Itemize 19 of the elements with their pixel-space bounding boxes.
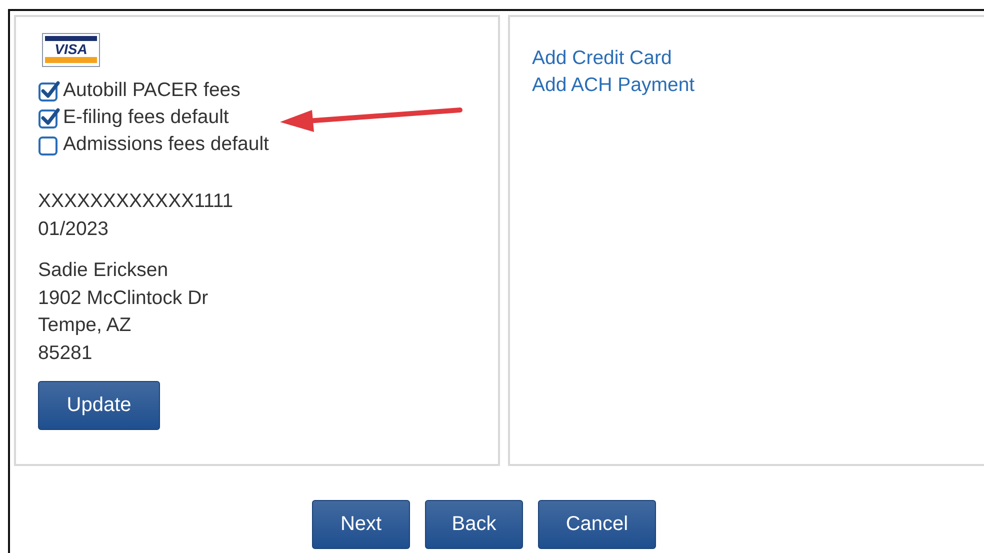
action-button[interactable]: Cancel	[538, 500, 656, 549]
checkbox[interactable]	[38, 134, 60, 156]
action-button[interactable]: Back	[425, 500, 523, 549]
checkbox-label: E-filing fees default	[63, 105, 229, 130]
address-line: 85281	[38, 340, 94, 366]
checkbox[interactable]	[38, 80, 60, 102]
address-line: Tempe, AZ	[38, 313, 132, 338]
add-payment-link[interactable]: Add ACH Payment	[532, 72, 695, 99]
add-payment-link[interactable]: Add Credit Card	[532, 45, 672, 72]
action-button[interactable]: Next	[312, 500, 410, 549]
checkbox[interactable]	[38, 106, 60, 128]
update-button[interactable]: Update	[38, 381, 160, 430]
address-line: Sadie Ericksen	[38, 258, 170, 283]
address-line: 1902 McClintock Dr	[38, 286, 210, 310]
card-expiry: 01/2023	[38, 216, 110, 242]
card-brand-logo: VISA	[42, 33, 100, 67]
card-number: XXXXXXXXXXXX1111	[38, 189, 234, 214]
checkbox-label: Autobill PACER fees	[63, 78, 240, 103]
checkbox-label: Admissions fees default	[63, 132, 269, 157]
